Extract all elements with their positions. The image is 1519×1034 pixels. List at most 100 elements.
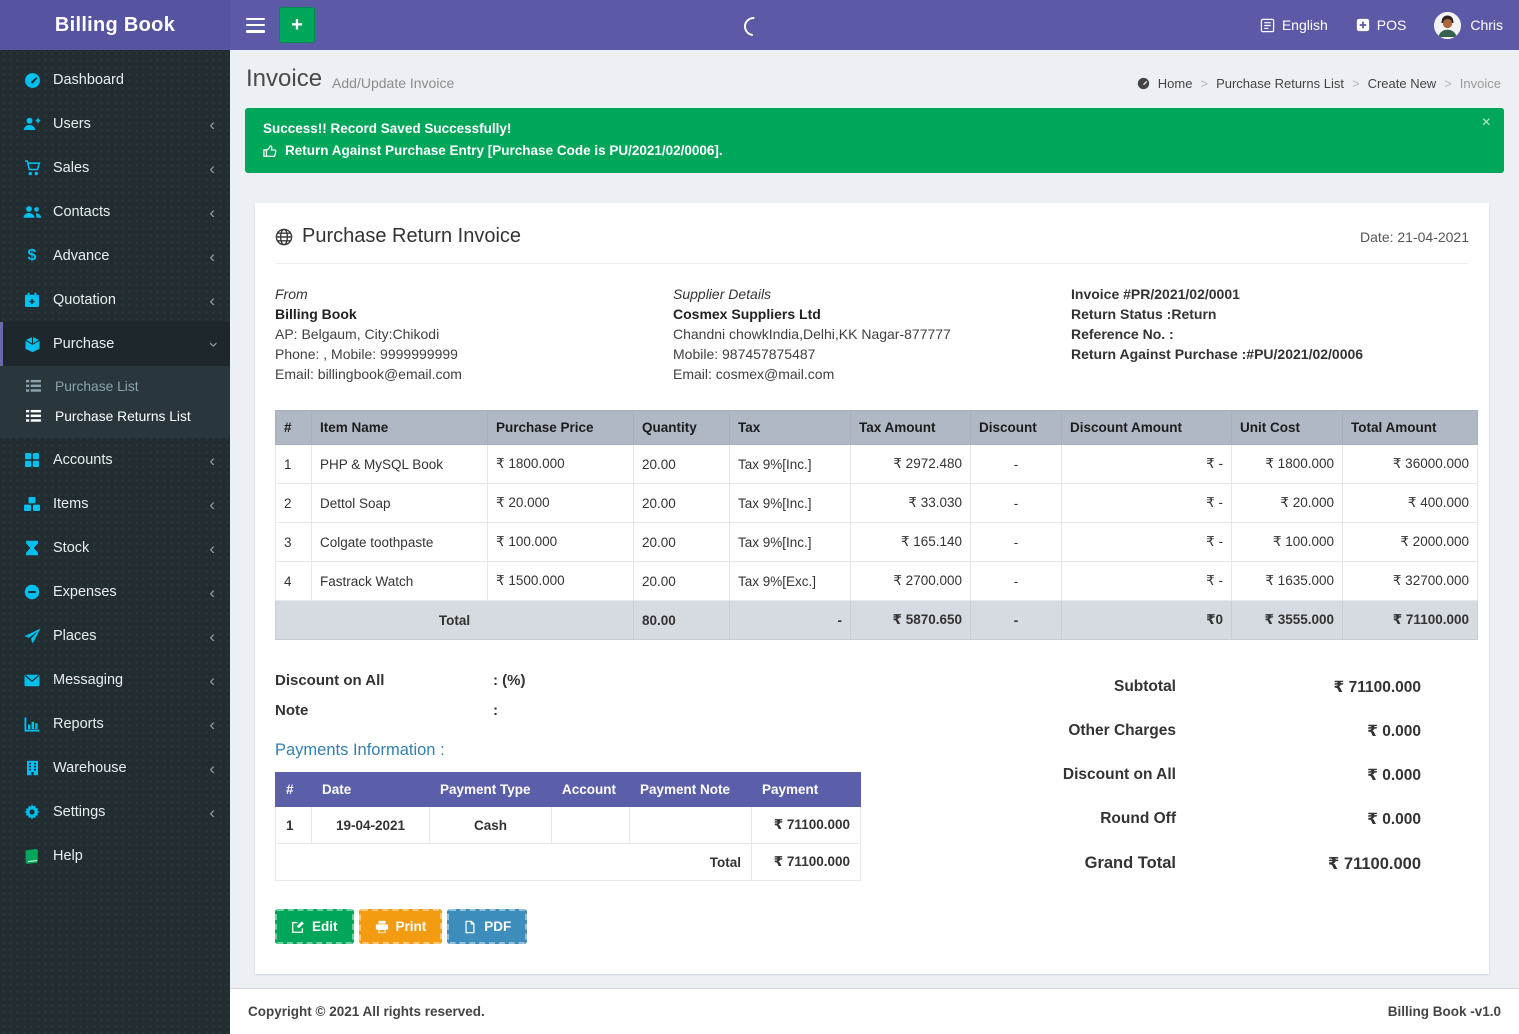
total-unit-cost: ₹ 3555.000 [1232, 601, 1343, 640]
sidebar-item-reports[interactable]: Reports ‹ [0, 702, 230, 746]
summary-value: ₹ 71100.000 [1176, 854, 1421, 874]
sidebar-item-label: Settings [53, 804, 105, 820]
gears-icon [20, 804, 44, 820]
sidebar-item-accounts[interactable]: Accounts ‹ [0, 438, 230, 482]
edit-button[interactable]: Edit [275, 909, 354, 944]
discount-on-all-label: Discount on All [275, 672, 493, 689]
summary-label: Round Off [1100, 810, 1176, 829]
col-purchase-price: ₹ 100.000 [488, 523, 634, 562]
sidebar-item-help[interactable]: Help [0, 834, 230, 878]
summary-row: Subtotal ₹ 71100.000 [880, 678, 1421, 697]
col-unit-cost: ₹ 20.000 [1232, 484, 1343, 523]
col-total-amount: ₹ 32700.000 [1343, 562, 1478, 601]
items-header-cell: Tax Amount [851, 411, 971, 445]
invoice-meta-block: Invoice #PR/2021/02/0001 Return Status :… [1071, 284, 1469, 384]
col-index: 3 [276, 523, 312, 562]
user-name: Chris [1470, 17, 1503, 33]
supplier-email: Email: cosmex@mail.com [673, 364, 1071, 384]
payments-header-cell: Payment Note [630, 773, 752, 807]
pay-type: Cash [430, 807, 552, 844]
book-icon [20, 849, 44, 864]
breadcrumb: Home > Purchase Returns List > Create Ne… [1137, 68, 1501, 91]
items-table-header-row: # Item Name Purchase Price Quantity Tax … [276, 411, 1478, 445]
sidebar-item-users[interactable]: Users ‹ [0, 102, 230, 146]
col-discount-amount: ₹ - [1062, 484, 1232, 523]
sidebar-item-dashboard[interactable]: Dashboard [0, 58, 230, 102]
col-discount-amount: ₹ - [1062, 562, 1232, 601]
language-menu[interactable]: English [1260, 17, 1328, 33]
gauge-icon [20, 72, 44, 89]
brand-logo[interactable]: Billing Book [0, 0, 230, 50]
invoice-card: Purchase Return Invoice Date: 21-04-2021… [255, 203, 1489, 974]
sidebar-item-purchase-list[interactable]: Purchase List [0, 371, 230, 401]
success-alert: Success!! Record Saved Successfully! Ret… [245, 108, 1504, 173]
total-label: Total [276, 601, 634, 640]
sidebar-item-label: Contacts [53, 204, 110, 220]
sidebar-item-label: Items [53, 496, 88, 512]
col-quantity: 20.00 [634, 484, 730, 523]
sidebar-item-contacts[interactable]: Contacts ‹ [0, 190, 230, 234]
total-discount: - [971, 601, 1062, 640]
sidebar-item-items[interactable]: Items ‹ [0, 482, 230, 526]
sidebar-item-stock[interactable]: Stock ‹ [0, 526, 230, 570]
sidebar-item-warehouse[interactable]: Warehouse ‹ [0, 746, 230, 790]
payments-header-cell: Date [312, 773, 430, 807]
user-menu[interactable]: Chris [1434, 12, 1503, 39]
from-address: AP: Belgaum, City:Chikodi [275, 324, 673, 344]
page-subtitle: Add/Update Invoice [332, 68, 454, 91]
breadcrumb-purchase-returns-list[interactable]: Purchase Returns List [1216, 76, 1344, 91]
discount-on-all-value: : (%) [493, 672, 526, 689]
breadcrumb-create-new[interactable]: Create New [1368, 76, 1437, 91]
sidebar-item-label: Messaging [53, 672, 123, 688]
summary-row: Round Off ₹ 0.000 [880, 810, 1421, 829]
invoice-info-columns: From Billing Book AP: Belgaum, City:Chik… [275, 284, 1469, 384]
cube-icon [20, 336, 44, 353]
col-purchase-price: ₹ 20.000 [488, 484, 634, 523]
supplier-name: Cosmex Suppliers Ltd [673, 304, 1071, 324]
table-row: 3 Colgate toothpaste ₹ 100.000 20.00 Tax… [276, 523, 1478, 562]
sidebar-item-messaging[interactable]: Messaging ‹ [0, 658, 230, 702]
items-header-cell: Unit Cost [1232, 411, 1343, 445]
minus-circle-icon [20, 584, 44, 600]
hamburger-icon[interactable] [246, 18, 265, 33]
col-quantity: 20.00 [634, 445, 730, 484]
add-new-button[interactable]: + [279, 7, 315, 43]
sidebar-item-settings[interactable]: Settings ‹ [0, 790, 230, 834]
col-index: 2 [276, 484, 312, 523]
sidebar-item-advance[interactable]: $ Advance ‹ [0, 234, 230, 278]
col-purchase-price: ₹ 1500.000 [488, 562, 634, 601]
col-discount: - [971, 445, 1062, 484]
breadcrumb-home[interactable]: Home [1158, 76, 1193, 91]
sidebar-item-label: Purchase List [55, 379, 139, 394]
sidebar-item-purchase[interactable]: Purchase ‹ [0, 322, 230, 366]
pdf-button[interactable]: PDF [447, 909, 527, 944]
sidebar-item-label: Purchase [53, 336, 114, 352]
summary-value: ₹ 71100.000 [1176, 678, 1421, 697]
invoice-card-header: Purchase Return Invoice Date: 21-04-2021 [275, 225, 1469, 248]
sidebar-item-quotation[interactable]: Quotation ‹ [0, 278, 230, 322]
sidebar-item-sales[interactable]: Sales ‹ [0, 146, 230, 190]
cart-icon [20, 160, 44, 176]
print-label: Print [396, 919, 427, 934]
purchase-submenu: Purchase List Purchase Returns List [0, 366, 230, 438]
print-button[interactable]: Print [359, 909, 443, 944]
footer: Copyright © 2021 All rights reserved. Bi… [230, 988, 1519, 1034]
sidebar-item-places[interactable]: Places ‹ [0, 614, 230, 658]
items-header-cell: Total Amount [1343, 411, 1478, 445]
return-status: Return Status :Return [1071, 304, 1469, 324]
thumbs-up-icon [263, 143, 278, 158]
sidebar-item-purchase-returns-list[interactable]: Purchase Returns List [0, 401, 230, 431]
payments-table: # Date Payment Type Account Payment Note… [275, 772, 861, 881]
pos-label: POS [1377, 17, 1407, 33]
total-amount: ₹ 71100.000 [1343, 601, 1478, 640]
hourglass-icon [20, 540, 44, 556]
col-quantity: 20.00 [634, 562, 730, 601]
supplier-heading: Supplier Details [673, 284, 1071, 304]
sidebar-item-expenses[interactable]: Expenses ‹ [0, 570, 230, 614]
breadcrumb-separator: > [1352, 76, 1360, 91]
pos-button[interactable]: POS [1356, 17, 1407, 33]
discount-on-all-row: Discount on All : (%) [275, 672, 880, 689]
payments-header-cell: # [276, 773, 312, 807]
close-icon[interactable]: × [1482, 115, 1491, 131]
summary-row: Discount on All ₹ 0.000 [880, 766, 1421, 785]
